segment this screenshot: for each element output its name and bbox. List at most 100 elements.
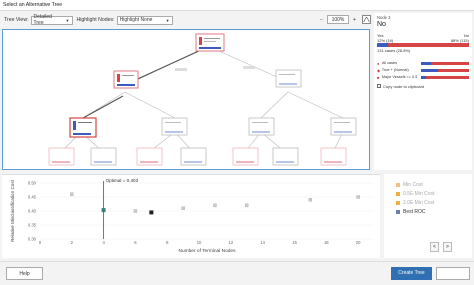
x-tick-label: 2 [71,240,74,245]
tree-edge-highlighted [82,95,124,119]
node-path-row: ● All cases [377,60,469,66]
legend-swatch-icon [396,210,400,214]
class-distribution: Yes No 12% (16) 88% (115) [377,33,469,47]
prev-tree-button[interactable]: < [430,242,439,252]
x-axis-label: Number of Terminal Nodes [179,248,237,254]
tree-view-select[interactable]: Detailed Tree ▼ [30,14,73,26]
copy-icon[interactable] [377,84,381,88]
highlight-nodes-label: Highlight Nodes: [76,17,115,23]
zoom-controls: − 100% + [318,15,371,24]
tree-edge [124,91,176,119]
node-path-label: True + (Normal) [381,68,409,72]
data-point[interactable] [70,192,74,196]
x-tick-label: 16 [292,240,297,245]
data-point[interactable] [308,198,313,202]
zoom-level[interactable]: 100% [327,15,349,24]
x-tick-label: 12 [229,240,234,245]
highlight-nodes-select[interactable]: Highlight None ▼ [116,15,173,25]
tree-node[interactable] [330,117,357,136]
tree-edge-highlighted [130,49,202,83]
x-tick-label: 8 [166,240,169,245]
help-button[interactable]: Help [6,267,43,280]
tree-node[interactable] [272,147,299,166]
copy-node-link[interactable]: Copy node to clipboard [383,84,424,89]
selected-point[interactable] [149,210,154,215]
cost-chart[interactable]: 0.30 0.35 0.40 0.45 0.50 0 2 4 6 8 10 12 14 16 18 20 Opt… [2,175,380,259]
tree-node[interactable] [320,147,347,166]
optimal-annotation: Optimal = 0.403 [106,178,139,183]
data-point[interactable] [133,209,138,213]
tree-edge [260,91,289,119]
dialog-footer: Help Create Tree [0,261,474,285]
tree-node[interactable] [136,147,163,166]
chart-legend-panel: Min Cost 0.5E Min Cost 2.0E Min Cost Best R… [384,174,472,258]
chart-legend-label: 2.0E Min Cost [403,200,435,206]
chevron-down-icon: ▼ [165,17,170,23]
copy-node-row[interactable]: Copy node to clipboard [377,83,469,89]
x-tick-label: 10 [197,240,202,245]
distribution-bar [377,43,469,47]
legend-swatch-icon [396,192,400,196]
fit-tree-icon[interactable] [362,15,371,24]
next-tree-button[interactable]: > [443,242,452,252]
chart-legend-item[interactable]: Min Cost [396,182,423,188]
chart-legend-item[interactable]: 0.5E Min Cost [396,191,434,197]
data-point[interactable] [181,206,185,210]
tree-node-selected[interactable] [69,117,97,138]
tree-node[interactable] [48,147,75,166]
data-point[interactable] [245,203,249,208]
node-path-row: ■ Major Vessels <= 0.5 [377,74,469,80]
cost-chart-panel: 0.30 0.35 0.40 0.45 0.50 0 2 4 6 8 10 12 14 16 18 20 Opt… [2,174,380,258]
highlight-nodes-value: Highlight None [119,17,153,23]
tree-node[interactable] [232,147,259,166]
zoom-in-button[interactable]: + [351,17,358,23]
x-tick-label: 6 [134,240,137,245]
tree-node-root[interactable] [195,33,225,52]
y-tick-label: 0.50 [28,181,37,186]
y-axis-label: Relative Misclassification Cost [10,179,15,242]
tree-node[interactable] [248,117,275,136]
tree-node[interactable] [275,69,302,88]
data-point[interactable] [213,203,217,208]
x-tick-label: 18 [324,240,329,245]
legend-swatch-icon [396,183,400,187]
y-tick-label: 0.40 [28,209,37,214]
data-point[interactable] [356,195,360,199]
x-tick-label: 0 [39,240,42,245]
distribution-bar-no [388,43,469,47]
node-path-label: Major Vessels <= 0.5 [381,75,418,79]
node-path-bar [420,75,469,79]
chart-legend-label: 0.5E Min Cost [403,191,435,197]
y-tick-label: 0.35 [28,223,37,228]
legend-swatch-icon [396,201,400,205]
chart-legend-item[interactable]: 2.0E Min Cost [396,200,434,206]
y-tick-label: 0.45 [28,195,37,200]
distribution-bar-yes [377,43,389,47]
tree-node[interactable] [90,147,117,166]
x-tick-label: 14 [260,240,265,245]
node-path-legend: ● All cases ◆ True + (Normal) ■ Major Vessels… [377,60,469,80]
chart-legend-label: Min Cost [403,182,423,188]
create-tree-button[interactable]: Create Tree [391,267,432,280]
y-tick-label: 0.30 [28,237,37,242]
node-path-bar [420,68,469,72]
chart-legend-label: Best ROC [403,209,426,215]
tree-node[interactable] [161,117,188,136]
x-tick-label: 20 [356,240,361,245]
tree-node[interactable] [113,70,139,89]
optimal-point[interactable] [101,208,106,213]
node-path-row: ◆ True + (Normal) [377,67,469,73]
split-label [243,66,255,69]
tree-node[interactable] [180,147,207,166]
node-details-panel: Node 3 No Yes No 12% (16) 88% (115) 131 … [374,13,472,170]
cancel-button[interactable] [436,267,470,280]
zoom-out-button[interactable]: − [318,17,325,23]
window-title: Select an Alternative Tree [3,2,63,8]
tree-diagram [48,33,357,166]
node-path-bar [420,61,469,65]
window-titlebar: Select an Alternative Tree [0,0,474,11]
tree-view-panel[interactable] [2,29,370,170]
chart-legend-item[interactable]: Best ROC [396,209,426,215]
node-path-label: All cases [381,61,398,65]
chevron-down-icon: ▼ [65,17,70,23]
